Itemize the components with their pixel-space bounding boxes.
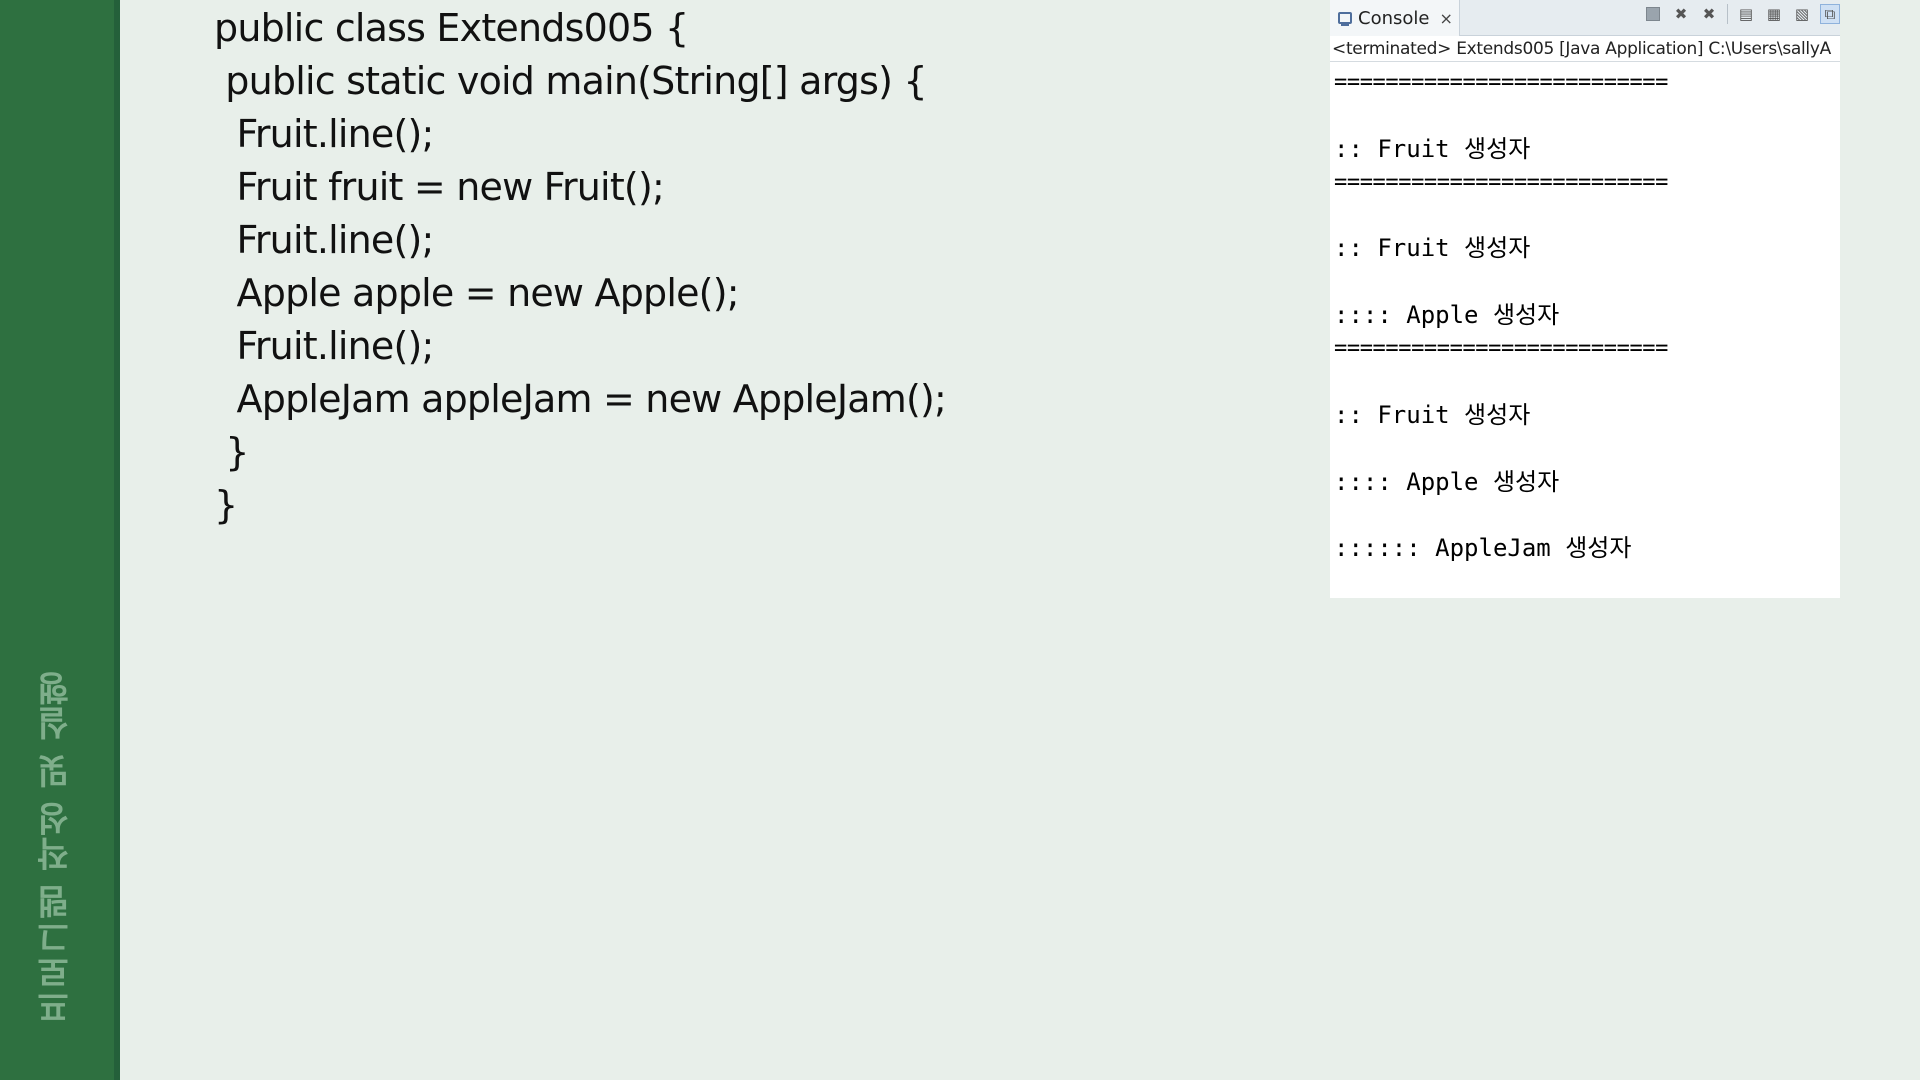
- output-line: :: Fruit 생성자: [1334, 400, 1531, 429]
- clear-console-icon[interactable]: ▤: [1736, 4, 1756, 24]
- toolbar-divider: [1727, 4, 1728, 24]
- code-line: Fruit fruit = new Fruit();: [214, 165, 665, 209]
- code-line: Fruit.line();: [214, 324, 435, 368]
- sidebar-title: 프로그램 작성 및 실행: [36, 670, 77, 1024]
- code-line: public class Extends005 {: [214, 6, 689, 50]
- remove-all-icon[interactable]: ✖: [1699, 4, 1719, 24]
- output-line: ==========================: [1334, 70, 1668, 95]
- code-line: Apple apple = new Apple();: [214, 271, 740, 315]
- code-line: }: [214, 483, 238, 527]
- output-line: :: Fruit 생성자: [1334, 134, 1531, 163]
- output-line: :::: Apple 생성자: [1334, 301, 1560, 330]
- tab-console[interactable]: Console ×: [1330, 0, 1460, 36]
- output-line: :::::: AppleJam 생성자: [1334, 534, 1632, 563]
- console-output: ========================== :: Fruit 생성자 …: [1330, 62, 1840, 565]
- code-line: Fruit.line();: [214, 218, 435, 262]
- code-line: Fruit.line();: [214, 112, 435, 156]
- code-block: public class Extends005 { public static …: [214, 2, 947, 532]
- close-icon[interactable]: ×: [1439, 9, 1452, 28]
- remove-launch-icon[interactable]: ✖: [1671, 4, 1691, 24]
- output-line: :::: Apple 생성자: [1334, 467, 1560, 496]
- sidebar: 프로그램 작성 및 실행: [0, 0, 120, 1080]
- output-line: :: Fruit 생성자: [1334, 234, 1531, 263]
- console-toolbar: ✖ ✖ ▤ ▦ ▧ ⧉: [1643, 4, 1840, 24]
- stop-square-icon[interactable]: [1643, 4, 1663, 24]
- console-panel: Console × ✖ ✖ ▤ ▦ ▧ ⧉ <terminated> Exten…: [1330, 0, 1840, 598]
- code-line: AppleJam appleJam = new AppleJam();: [214, 377, 947, 421]
- code-line: }: [214, 430, 249, 474]
- output-line: ==========================: [1334, 336, 1668, 362]
- output-line: ==========================: [1334, 169, 1668, 195]
- console-status: <terminated> Extends005 [Java Applicatio…: [1330, 36, 1840, 62]
- display-console-icon[interactable]: ⧉: [1820, 4, 1840, 24]
- console-tabbar: Console × ✖ ✖ ▤ ▦ ▧ ⧉: [1330, 0, 1840, 36]
- console-icon: [1338, 12, 1352, 26]
- scroll-lock-icon[interactable]: ▦: [1764, 4, 1784, 24]
- pin-console-icon[interactable]: ▧: [1792, 4, 1812, 24]
- tab-console-label: Console: [1358, 7, 1430, 29]
- code-line: public static void main(String[] args) {: [214, 59, 927, 103]
